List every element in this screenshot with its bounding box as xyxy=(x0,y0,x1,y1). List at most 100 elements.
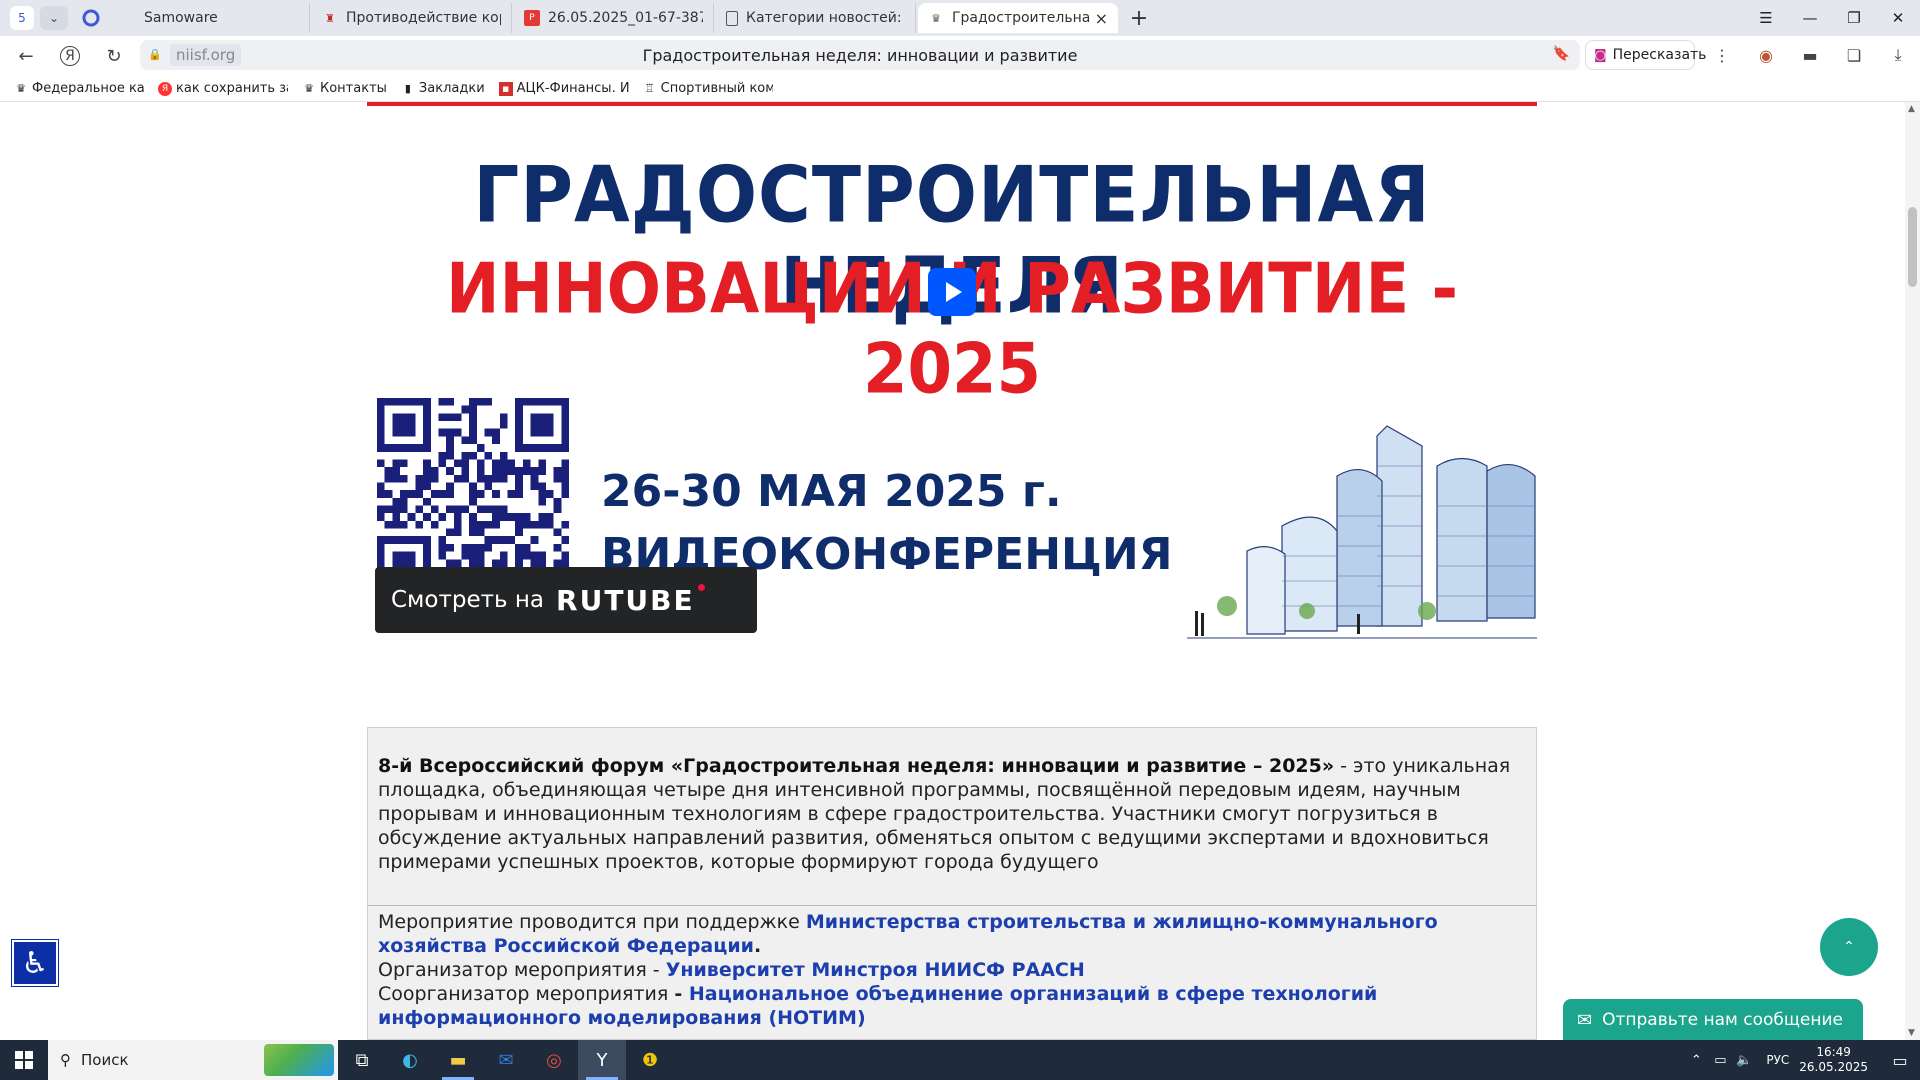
page-scrollbar[interactable]: ▲ ▼ xyxy=(1905,102,1920,1040)
close-window-icon[interactable]: ✕ xyxy=(1876,0,1920,36)
notifications-icon[interactable]: ▭ xyxy=(1880,1051,1920,1070)
plus-icon: + xyxy=(1129,5,1149,31)
yandex-browser-icon xyxy=(82,9,100,27)
profile-icon[interactable]: ▬ xyxy=(1788,40,1832,70)
menu-icon[interactable]: ☰ xyxy=(1744,0,1788,36)
extension-icon[interactable]: ◉ xyxy=(1744,40,1788,70)
organizer-line: Организатор мероприятия - Университет Ми… xyxy=(378,959,1085,981)
yandex-button[interactable]: Я xyxy=(52,40,88,72)
url-domain: niisf.org xyxy=(170,44,242,66)
wheelchair-icon: ♿ xyxy=(21,945,49,981)
pinned-tab[interactable] xyxy=(74,4,108,32)
mail-icon: ✉ xyxy=(1577,1009,1593,1031)
tab-pdf[interactable]: P 26.05.2025_01-67-3876_Ст xyxy=(514,3,714,33)
rutube-dot-icon xyxy=(697,583,705,591)
bookmarks-folder-icon: ▮ xyxy=(404,82,411,95)
windows-icon xyxy=(15,1051,33,1069)
event-dates: 26-30 МАЯ 2025 г. xyxy=(601,466,1062,517)
bookmark-item[interactable]: ♛ Федеральное каз xyxy=(14,81,144,96)
outlook-icon[interactable]: ✉ xyxy=(482,1040,530,1080)
retell-icon: ◙ xyxy=(1594,47,1607,63)
new-tab-button[interactable]: + xyxy=(1124,3,1154,33)
qr-code xyxy=(377,398,569,590)
yandex-icon: Я xyxy=(158,81,172,96)
taskbar-search[interactable]: ⚲ Поиск xyxy=(48,1040,338,1080)
bookmark-item[interactable]: ♖ Спортивный ком xyxy=(643,81,773,96)
organizers-block: Мероприятие проводится при поддержке Мин… xyxy=(367,905,1537,1040)
emblem-icon: ♛ xyxy=(931,11,941,25)
bookmark-item[interactable]: ♛ Контакты xyxy=(302,81,387,96)
rutube-logo: RUTUBE xyxy=(556,583,705,617)
task-view-icon[interactable]: ⧉ xyxy=(338,1040,386,1080)
url-field[interactable]: 🔒 niisf.org Градостроительная неделя: ин… xyxy=(140,40,1580,70)
send-message-widget[interactable]: ✉ Отправьте нам сообщение xyxy=(1563,999,1863,1040)
yandex-icon: Я xyxy=(60,46,80,66)
address-bar: ← Я ↻ 🔒 niisf.org Градостроительная неде… xyxy=(0,36,1920,76)
toolbar-right: ⋮ ◉ ▬ ❏ ⤓ xyxy=(1700,40,1920,70)
back-button[interactable]: ← xyxy=(8,40,44,72)
samoware-icon xyxy=(120,10,136,26)
bookmark-item[interactable]: ■ АЦК-Финансы. И xyxy=(498,81,629,96)
forum-name: 8-й Всероссийский форум «Градостроительн… xyxy=(378,755,1335,777)
watch-label: Смотреть на xyxy=(391,587,545,613)
scroll-thumb[interactable] xyxy=(1908,207,1917,287)
emblem-icon: ♛ xyxy=(304,82,314,95)
tab-active[interactable]: ♛ Градостроительная не × xyxy=(918,3,1118,33)
start-button[interactable] xyxy=(0,1040,48,1080)
ack-icon: ■ xyxy=(498,81,513,96)
window-controls: ☰ — ❐ ✕ xyxy=(1744,0,1920,36)
app-c-icon[interactable]: ◎ xyxy=(530,1040,578,1080)
more-icon[interactable]: ⋮ xyxy=(1700,40,1744,70)
edge-icon[interactable]: ◐ xyxy=(386,1040,434,1080)
event-banner[interactable]: ГРАДОСТРОИТЕЛЬНАЯ НЕДЕЛЯ ИННОВАЦИИ И РАЗ… xyxy=(367,106,1537,646)
chevron-up-icon: ⌃ xyxy=(1843,939,1855,955)
search-icon: ⚲ xyxy=(60,1051,71,1069)
scroll-down-icon[interactable]: ▼ xyxy=(1908,1028,1915,1038)
emblem-icon: ♜ xyxy=(325,11,335,25)
collections-icon[interactable]: ❏ xyxy=(1832,40,1876,70)
reload-icon: ↻ xyxy=(106,45,122,67)
retell-button[interactable]: ◙ Пересказать xyxy=(1585,40,1706,70)
tab-list-dropdown[interactable]: ⌄ xyxy=(40,6,68,30)
tab-news-categories[interactable]: Категории новостей: Эле xyxy=(716,3,916,33)
page-viewport: ГРАДОСТРОИТЕЛЬНАЯ НЕДЕЛЯ ИННОВАЦИИ И РАЗ… xyxy=(0,102,1905,1040)
chevron-down-icon: ⌄ xyxy=(48,11,60,25)
close-tab-icon[interactable]: × xyxy=(1091,9,1108,28)
bookmark-item[interactable]: ▮ Закладки xyxy=(401,81,485,96)
watch-on-rutube-button[interactable]: Смотреть на RUTUBE xyxy=(375,567,757,633)
tab-strip: 5 ⌄ Samoware ♜ Противодействие корруп P … xyxy=(0,0,1920,36)
pdf-icon: P xyxy=(524,10,540,26)
download-icon[interactable]: ⤓ xyxy=(1876,40,1920,70)
support-line: Мероприятие проводится при поддержке Мин… xyxy=(378,911,1438,957)
accessibility-button[interactable]: ♿ xyxy=(11,939,59,987)
search-highlight-image xyxy=(264,1044,334,1076)
bookmark-item[interactable]: Якак сохранить за xyxy=(158,81,288,96)
tab-samoware[interactable]: Samoware xyxy=(110,3,310,33)
chevron-up-icon[interactable]: ⌃ xyxy=(1684,1053,1708,1068)
lock-icon: 🔒 xyxy=(148,48,162,61)
network-icon[interactable]: ▭ xyxy=(1708,1053,1732,1068)
sport-icon: ♖ xyxy=(644,82,655,95)
volume-icon[interactable]: 🔈 xyxy=(1732,1053,1756,1068)
windows-taskbar: ⚲ Поиск ⧉ ◐ ▬ ✉ ◎ Y ❶ ⌃ ▭ 🔈 РУС 16:49 26… xyxy=(0,1040,1920,1080)
tab-counter[interactable]: 5 xyxy=(10,6,34,30)
scroll-up-icon[interactable]: ▲ xyxy=(1908,104,1915,114)
scroll-to-top-button[interactable]: ⌃ xyxy=(1820,918,1878,976)
clock[interactable]: 16:49 26.05.2025 xyxy=(1799,1045,1868,1075)
minimize-icon[interactable]: — xyxy=(1788,0,1832,36)
tab-corruption[interactable]: ♜ Противодействие корруп xyxy=(312,3,512,33)
yandex-browser-taskbar-icon[interactable]: Y xyxy=(578,1040,626,1080)
arrow-left-icon: ← xyxy=(18,45,34,67)
bookmark-icon[interactable]: 🔖 xyxy=(1553,46,1570,62)
1c-icon[interactable]: ❶ xyxy=(626,1040,674,1080)
restore-icon[interactable]: ❐ xyxy=(1832,0,1876,36)
city-skyline-illustration xyxy=(1187,425,1537,639)
url-page-title: Градостроительная неделя: инновации и ра… xyxy=(642,45,1078,65)
video-play-button[interactable] xyxy=(928,268,976,316)
language-indicator[interactable]: РУС xyxy=(1766,1053,1789,1067)
forum-description: 8-й Всероссийский форум «Градостроительн… xyxy=(367,727,1537,905)
bookmarks-bar: ♛ Федеральное каз Якак сохранить за ♛ Конт… xyxy=(0,76,1920,102)
reload-button[interactable]: ↻ xyxy=(96,40,132,72)
organizer-link[interactable]: Университет Минстроя НИИСФ РААСН xyxy=(666,959,1085,981)
file-explorer-icon[interactable]: ▬ xyxy=(434,1040,482,1080)
